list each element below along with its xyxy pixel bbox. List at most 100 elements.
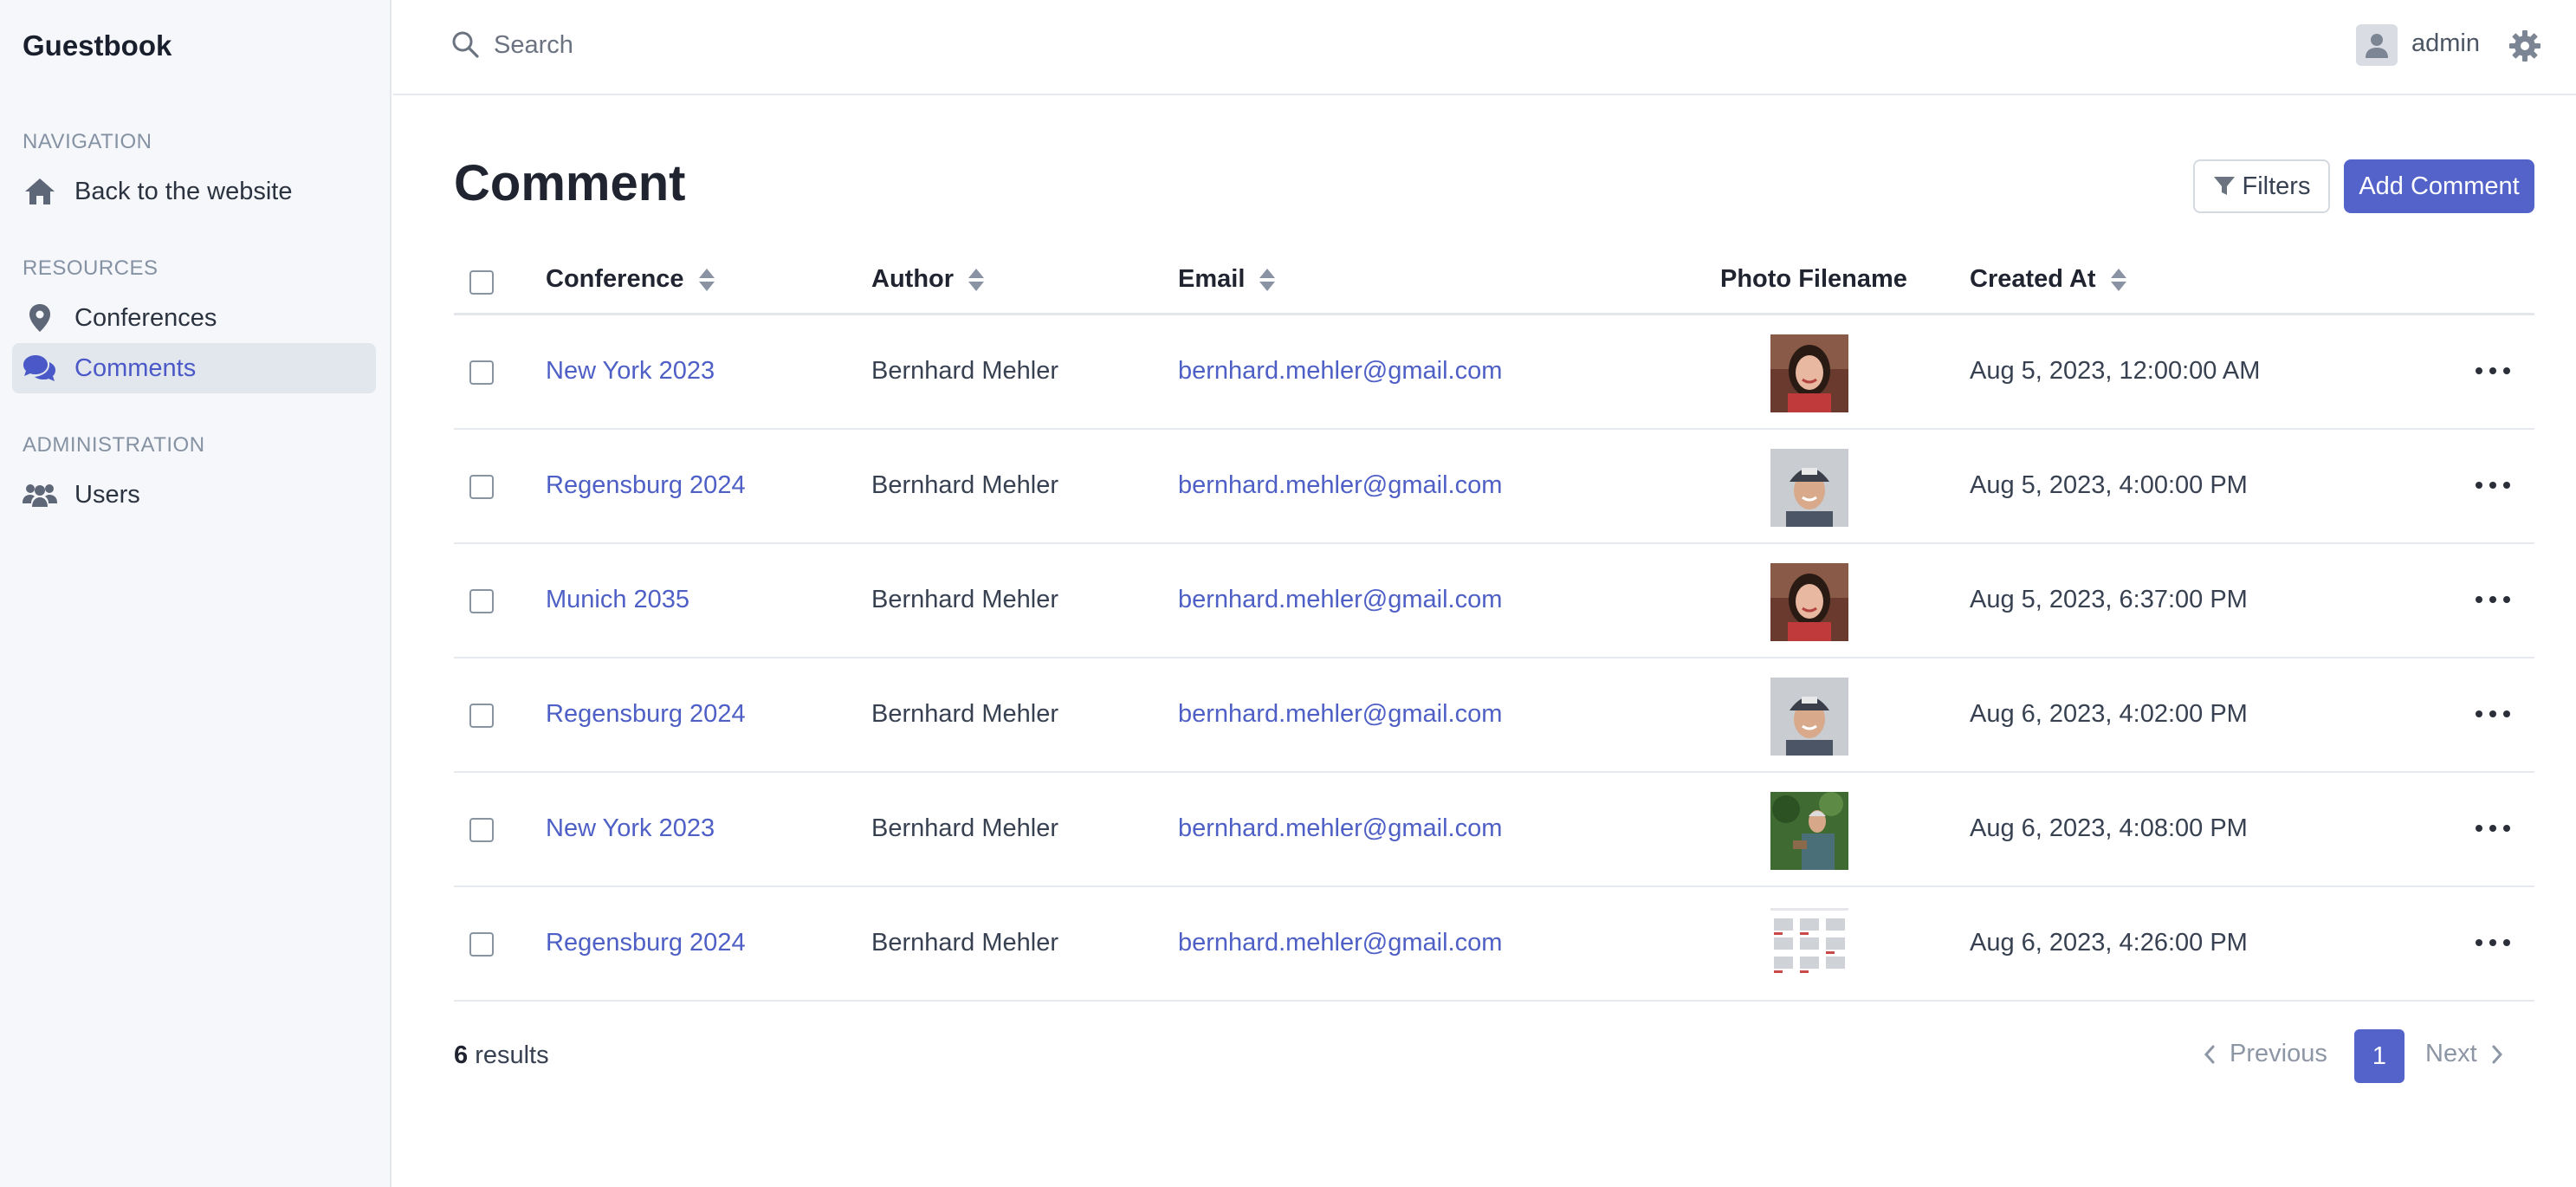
column-header-author[interactable]: Author [871,265,985,294]
table-row[interactable]: Regensburg 2024 Bernhard Mehler bernhard… [454,658,2534,773]
author-cell: Bernhard Mehler [871,814,1058,842]
page-title: Comment [454,155,686,211]
email-link[interactable]: bernhard.mehler@gmail.com [1178,700,1502,729]
filters-button-label: Filters [2242,172,2311,200]
sidebar-item-comments[interactable]: Comments [12,343,376,393]
comments-table: Conference Author Email Photo Filename C… [454,251,2534,1002]
created-at-cell: Aug 5, 2023, 6:37:00 PM [1970,586,2248,613]
sort-icon [2110,268,2126,291]
sidebar: Guestbook NAVIGATION Back to the website… [0,0,392,1187]
add-comment-button-label: Add Comment [2359,172,2520,200]
email-link[interactable]: bernhard.mehler@gmail.com [1178,586,1502,614]
comments-icon [23,351,57,386]
table-row[interactable]: New York 2023 Bernhard Mehler bernhard.m… [454,773,2534,887]
filter-icon [2213,177,2235,195]
sort-icon [698,268,715,291]
row-actions-icon[interactable] [2476,818,2510,839]
search-input[interactable] [494,26,1100,64]
sidebar-item-label: Conferences [74,303,217,332]
gear-icon[interactable] [2508,29,2541,62]
email-link[interactable]: bernhard.mehler@gmail.com [1178,357,1502,386]
column-header-photo-filename: Photo Filename [1720,265,1907,293]
column-header-conference[interactable]: Conference [546,265,715,294]
app-title[interactable]: Guestbook [23,29,172,62]
conference-link[interactable]: Regensburg 2024 [546,700,746,729]
table-row[interactable]: Regensburg 2024 Bernhard Mehler bernhard… [454,430,2534,544]
results-label: results [468,1041,549,1069]
conference-link[interactable]: Regensburg 2024 [546,471,746,500]
author-cell: Bernhard Mehler [871,357,1058,385]
photo-thumbnail-man-cap-portrait[interactable] [1770,678,1848,756]
table-header: Conference Author Email Photo Filename C… [454,251,2534,315]
results-number: 6 [454,1041,469,1069]
pagination-previous[interactable]: Previous [2202,1040,2327,1068]
column-header-email[interactable]: Email [1178,265,1276,294]
conference-link[interactable]: Regensburg 2024 [546,929,746,957]
row-actions-icon[interactable] [2476,704,2510,724]
sidebar-item-conferences[interactable]: Conferences [12,293,376,343]
row-checkbox[interactable] [469,589,494,613]
pagination-page-current[interactable]: 1 [2354,1029,2404,1083]
author-cell: Bernhard Mehler [871,471,1058,499]
filters-button[interactable]: Filters [2193,159,2330,213]
user-icon [2366,34,2388,58]
table-row[interactable]: Regensburg 2024 Bernhard Mehler bernhard… [454,887,2534,1002]
column-header-created-at[interactable]: Created At [1970,265,2127,294]
table-row[interactable]: Munich 2035 Bernhard Mehler bernhard.meh… [454,544,2534,658]
photo-thumbnail-woman-portrait[interactable] [1770,334,1848,412]
row-checkbox[interactable] [469,360,494,385]
section-title-navigation: NAVIGATION [23,130,152,153]
photo-thumbnail-document-screenshot[interactable] [1770,906,1848,984]
sort-icon [1259,268,1276,291]
sort-icon [968,268,985,291]
photo-thumbnail-man-cap-portrait[interactable] [1770,449,1848,527]
sidebar-item-users[interactable]: Users [12,470,376,520]
user-name[interactable]: admin [2411,29,2480,58]
row-checkbox[interactable] [469,475,494,499]
select-all-checkbox[interactable] [469,270,494,295]
avatar[interactable] [2356,24,2398,66]
pagination-previous-label: Previous [2230,1040,2327,1067]
email-link[interactable]: bernhard.mehler@gmail.com [1178,471,1502,500]
created-at-cell: Aug 5, 2023, 12:00:00 AM [1970,357,2261,385]
email-link[interactable]: bernhard.mehler@gmail.com [1178,929,1502,957]
row-actions-icon[interactable] [2476,360,2510,381]
results-count: 6 results [454,1041,549,1070]
row-actions-icon[interactable] [2476,932,2510,953]
pagination-next[interactable]: Next [2425,1040,2505,1068]
row-actions-icon[interactable] [2476,589,2510,610]
row-checkbox[interactable] [469,704,494,728]
row-actions-icon[interactable] [2476,475,2510,496]
email-link[interactable]: bernhard.mehler@gmail.com [1178,814,1502,843]
search-icon [450,29,480,59]
sidebar-item-label: Back to the website [74,177,293,205]
pagination-next-label: Next [2425,1040,2477,1067]
home-icon [23,174,57,209]
sidebar-item-back-to-website[interactable]: Back to the website [12,166,376,217]
section-title-administration: ADMINISTRATION [23,433,205,457]
row-checkbox[interactable] [469,818,494,842]
created-at-cell: Aug 6, 2023, 4:26:00 PM [1970,929,2248,957]
conference-link[interactable]: New York 2023 [546,357,715,386]
created-at-cell: Aug 5, 2023, 4:00:00 PM [1970,471,2248,499]
conference-link[interactable]: Munich 2035 [546,586,689,614]
add-comment-button[interactable]: Add Comment [2344,159,2534,213]
chevron-left-icon [2204,1045,2215,1063]
table-row[interactable]: New York 2023 Bernhard Mehler bernhard.m… [454,315,2534,430]
photo-thumbnail-man-outdoor-photo[interactable] [1770,792,1848,870]
chevron-right-icon [2492,1045,2502,1063]
sidebar-item-label: Comments [74,354,197,382]
created-at-cell: Aug 6, 2023, 4:08:00 PM [1970,814,2248,842]
created-at-cell: Aug 6, 2023, 4:02:00 PM [1970,700,2248,728]
author-cell: Bernhard Mehler [871,586,1058,613]
users-icon [23,477,57,512]
topbar: admin [393,0,2576,95]
section-title-resources: RESOURCES [23,256,159,280]
author-cell: Bernhard Mehler [871,700,1058,728]
row-checkbox[interactable] [469,932,494,957]
sidebar-item-label: Users [74,480,140,509]
author-cell: Bernhard Mehler [871,929,1058,957]
map-pin-icon [23,301,57,335]
conference-link[interactable]: New York 2023 [546,814,715,843]
photo-thumbnail-woman-portrait[interactable] [1770,563,1848,641]
